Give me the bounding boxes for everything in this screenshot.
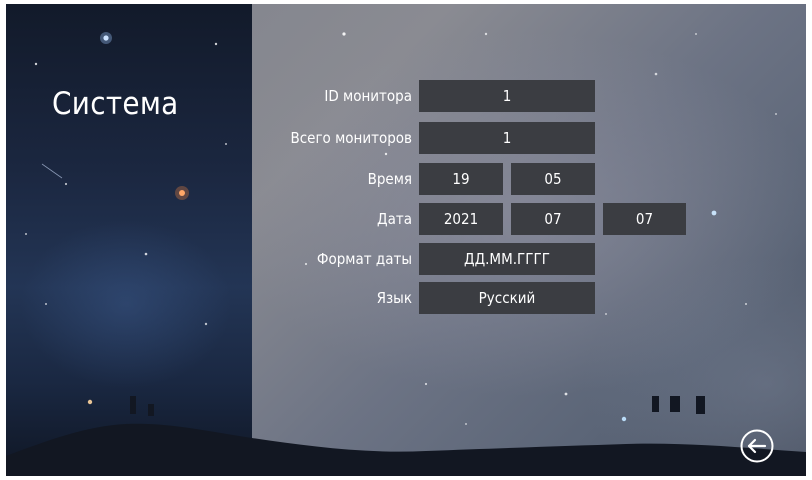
total-monitors-label: Всего мониторов	[290, 129, 412, 147]
date-format-field[interactable]: ДД.ММ.ГГГГ	[419, 243, 595, 275]
settings-screen: Система ID монитора 1 Всего мониторов 1 …	[6, 4, 806, 476]
monitor-id-label: ID монитора	[324, 87, 412, 105]
total-monitors-field[interactable]: 1	[419, 122, 595, 154]
page-title: Система	[52, 86, 179, 122]
language-field[interactable]: Русский	[419, 282, 595, 314]
time-minute-field[interactable]: 05	[511, 163, 595, 195]
time-label: Время	[367, 170, 412, 188]
language-label: Язык	[376, 289, 412, 307]
hill-silhouette	[6, 396, 806, 476]
monitor-id-field[interactable]: 1	[419, 80, 595, 112]
time-hour-field[interactable]: 19	[419, 163, 503, 195]
date-label: Дата	[377, 210, 412, 228]
back-button[interactable]	[739, 428, 775, 464]
date-year-field[interactable]: 2021	[419, 203, 503, 235]
date-format-label: Формат даты	[316, 250, 412, 268]
back-arrow-icon	[740, 429, 774, 463]
date-day-field[interactable]: 07	[603, 203, 686, 235]
date-month-field[interactable]: 07	[511, 203, 595, 235]
